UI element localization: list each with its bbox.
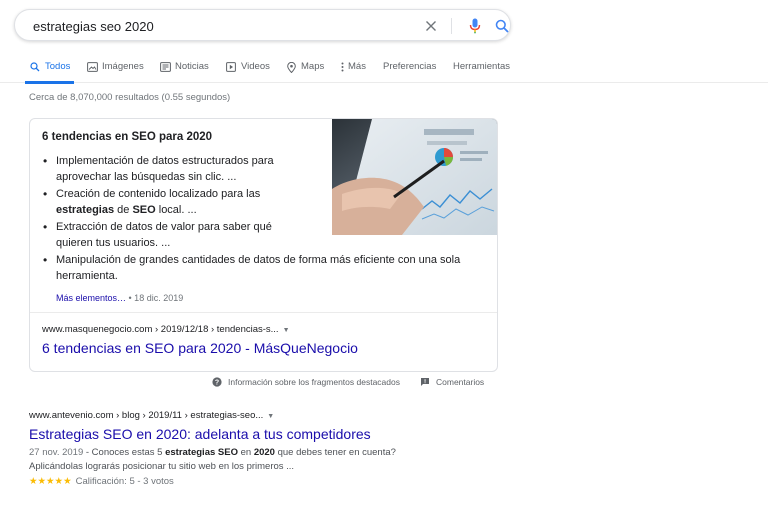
search-divider xyxy=(451,18,452,34)
clear-icon[interactable] xyxy=(422,17,440,35)
search-box[interactable] xyxy=(14,9,511,41)
search-icon[interactable] xyxy=(493,17,511,35)
search-icon xyxy=(29,61,41,73)
list-item: Creación de contenido localizado para la… xyxy=(42,186,304,218)
svg-text:?: ? xyxy=(215,380,219,387)
tab-preferencias[interactable]: Preferencias xyxy=(383,55,436,83)
list-item: Implementación de datos estructurados pa… xyxy=(42,153,304,185)
result-title-link[interactable]: Estrategias SEO en 2020: adelanta a tus … xyxy=(29,426,371,442)
caret-down-icon[interactable]: ▼ xyxy=(267,413,274,420)
feedback-button[interactable]: Comentarios xyxy=(420,376,484,388)
microphone-icon[interactable] xyxy=(466,17,484,35)
result-url: www.antevenio.com › blog › 2019/11 › est… xyxy=(29,410,275,421)
tab-herramientas[interactable]: Herramientas xyxy=(453,55,510,83)
result-snippet: 27 nov. 2019 - Conoces estas 5 estrategi… xyxy=(29,447,396,472)
feedback-icon xyxy=(420,377,430,387)
result-rating: ★★★★★ Calificación: 5 - 3 votos xyxy=(29,476,174,487)
help-icon: ? xyxy=(212,377,222,387)
snippet-list: Implementación de datos estructurados pa… xyxy=(42,153,492,285)
more-vert-icon xyxy=(340,61,345,73)
snippet-url: www.masquenegocio.com › 2019/12/18 › ten… xyxy=(42,324,290,335)
snippet-date: • 18 dic. 2019 xyxy=(126,293,184,303)
snippet-result-link[interactable]: 6 tendencias en SEO para 2020 - MásQueNe… xyxy=(42,340,358,356)
tab-noticias[interactable]: Noticias xyxy=(159,55,209,83)
news-icon xyxy=(159,61,171,73)
search-tabs: Todos Imágenes Noticias Videos Maps Más … xyxy=(0,55,768,84)
tab-imagenes[interactable]: Imágenes xyxy=(86,55,144,83)
tab-mas[interactable]: Más xyxy=(340,55,366,83)
tab-videos[interactable]: Videos xyxy=(225,55,270,83)
more-elements-link[interactable]: Más elementos… xyxy=(56,293,126,303)
rating-stars-icon: ★★★★★ xyxy=(29,476,72,487)
map-pin-icon xyxy=(285,61,297,73)
snippet-info[interactable]: ? Información sobre los fragmentos desta… xyxy=(212,376,400,388)
snippet-title: 6 tendencias en SEO para 2020 xyxy=(42,131,213,143)
list-item: Extracción de datos de valor para saber … xyxy=(42,219,304,251)
result-stats: Cerca de 8,070,000 resultados (0.55 segu… xyxy=(29,92,231,103)
tab-maps[interactable]: Maps xyxy=(285,55,324,83)
tab-todos[interactable]: Todos xyxy=(24,55,75,84)
list-item: Manipulación de grandes cantidades de da… xyxy=(42,252,482,284)
featured-snippet: 6 tendencias en SEO para 2020 Implementa… xyxy=(29,118,498,372)
card-divider xyxy=(30,312,497,313)
video-icon xyxy=(225,61,237,73)
more-elements: Más elementos… • 18 dic. 2019 xyxy=(56,293,183,303)
image-icon xyxy=(86,61,98,73)
search-input[interactable] xyxy=(33,16,413,36)
caret-down-icon[interactable]: ▼ xyxy=(283,327,290,334)
